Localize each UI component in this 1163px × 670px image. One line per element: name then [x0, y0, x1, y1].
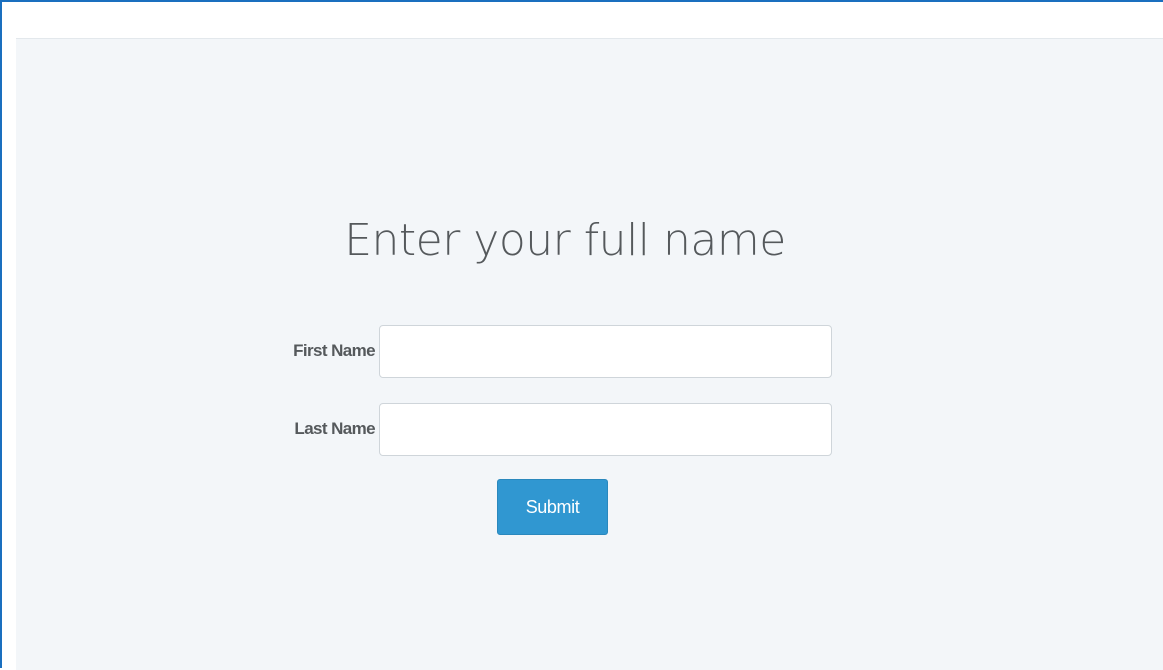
- first-name-input[interactable]: [379, 324, 832, 378]
- first-name-row: First Name: [252, 324, 832, 378]
- submit-button[interactable]: Submit: [497, 479, 608, 535]
- top-navbar: [16, 2, 1163, 39]
- page-title: Enter your full name: [344, 215, 786, 266]
- last-name-label: Last Name: [294, 419, 375, 438]
- last-name-input[interactable]: [379, 402, 832, 456]
- last-name-row: Last Name: [252, 402, 832, 456]
- first-name-label: First Name: [293, 341, 375, 360]
- left-margin: [2, 2, 16, 670]
- browser-frame: Enter your full name First Name Last Nam…: [0, 0, 1163, 670]
